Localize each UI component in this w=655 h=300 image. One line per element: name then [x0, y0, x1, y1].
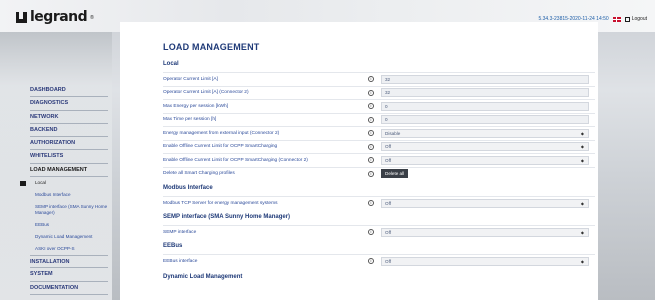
info-icon[interactable]: i	[368, 116, 374, 123]
delete-all-button[interactable]: Delete all	[381, 169, 409, 178]
main-panel: LOAD MANAGEMENT Local Operator Current L…	[120, 22, 598, 300]
row-max-energy: Max Energy per session [kWh] i	[163, 99, 595, 112]
info-icon[interactable]: i	[368, 103, 374, 109]
row-label: EEBus interface	[163, 258, 198, 264]
nav-item-load-management[interactable]: LOAD MANAGEMENT	[30, 164, 108, 178]
row-operator-current-limit-c2: Operator Current Limit [A] (Connector 2)…	[163, 85, 595, 99]
sidebar-nav: DASHBOARD DIAGNOSTICS NETWORK BACKEND AU…	[20, 84, 108, 295]
offline-current-limit-c2-select[interactable]: Off ◆	[381, 155, 589, 165]
logout-icon	[624, 16, 630, 22]
row-max-time: Max Time per session [h] i	[163, 112, 595, 126]
subnav-item-semp[interactable]: SEMP interface (SMA Sunny Home Manager)	[30, 201, 108, 219]
info-icon[interactable]: i	[368, 143, 374, 150]
eebus-interface-select[interactable]: Off ◆	[381, 256, 589, 266]
uk-flag-icon[interactable]	[612, 16, 621, 22]
max-energy-input[interactable]	[381, 101, 589, 111]
operator-current-limit-input[interactable]	[381, 74, 589, 84]
nav-item-system[interactable]: SYSTEM	[30, 268, 108, 282]
row-label: Max Energy per session [kWh]	[163, 103, 229, 109]
nav-item-installation[interactable]: INSTALLATION	[30, 255, 108, 269]
select-caret-icon: ◆	[580, 229, 584, 235]
row-label: Modbus TCP Server for energy management …	[163, 200, 278, 206]
info-icon[interactable]: i	[368, 229, 374, 235]
subnav-item-modbus[interactable]: Modbus Interface	[30, 189, 108, 201]
brand-name: legrand	[30, 9, 88, 25]
sidebar: DASHBOARD DIAGNOSTICS NETWORK BACKEND AU…	[0, 32, 112, 300]
subnav-item-local[interactable]: Local	[20, 177, 108, 189]
info-icon[interactable]: i	[368, 200, 374, 206]
row-offline-current-limit-c2: Enable Offline Current Limit for OCPP Sm…	[163, 153, 595, 166]
page-title: LOAD MANAGEMENT	[163, 42, 260, 52]
row-energy-external-input: Energy management from external input (C…	[163, 126, 595, 139]
nav-item-backend[interactable]: BACKEND	[30, 124, 108, 138]
info-icon[interactable]: i	[368, 130, 374, 136]
info-icon[interactable]: i	[368, 76, 374, 82]
logout-link[interactable]: Logout	[624, 16, 647, 22]
section-semp: SEMP interface (SMA Sunny Home Manager)	[163, 214, 291, 220]
max-time-input[interactable]	[381, 115, 589, 124]
nav-item-network[interactable]: NETWORK	[30, 111, 108, 124]
select-caret-icon: ◆	[580, 258, 584, 264]
row-label: Enable Offline Current Limit for OCPP Sm…	[163, 144, 278, 149]
subnav-item-dynamic-load[interactable]: Dynamic Load Management	[30, 231, 108, 243]
operator-current-limit-c2-input[interactable]	[381, 88, 589, 97]
info-icon[interactable]: i	[368, 157, 374, 163]
row-eebus-interface: EEBus interface i Off ◆	[163, 254, 595, 267]
section-modbus: Modbus Interface	[163, 185, 213, 191]
legrand-logo: legrand ®	[16, 9, 94, 25]
nav-item-diagnostics[interactable]: DIAGNOSTICS	[30, 97, 108, 111]
row-offline-current-limit: Enable Offline Current Limit for OCPP Sm…	[163, 139, 595, 153]
row-modbus-tcp: Modbus TCP Server for energy management …	[163, 196, 595, 209]
row-label: SEMP interface	[163, 229, 197, 235]
subnav-item-aski[interactable]: ASKI over OCPP-S	[30, 243, 108, 255]
info-icon[interactable]: i	[368, 170, 374, 177]
subnav-item-eebus[interactable]: EEBus	[30, 219, 108, 231]
info-icon[interactable]: i	[368, 89, 374, 96]
energy-external-input-select[interactable]: Disable ◆	[381, 128, 589, 138]
row-label: Max Time per session [h]	[163, 117, 217, 122]
nav-item-dashboard[interactable]: DASHBOARD	[30, 84, 108, 98]
row-delete-profiles: Delete all Smart Charging profiles i Del…	[163, 166, 595, 180]
nav-item-whitelists[interactable]: WHITELISTS	[30, 150, 108, 164]
modbus-tcp-select[interactable]: Off ◆	[381, 198, 589, 208]
section-eebus: EEBus	[163, 243, 183, 249]
logout-label: Logout	[631, 16, 647, 22]
info-icon[interactable]: i	[368, 258, 374, 264]
row-label: Energy management from external input (C…	[163, 130, 280, 136]
select-caret-icon: ◆	[580, 200, 584, 206]
nav-item-authorization[interactable]: AUTHORIZATION	[30, 137, 108, 151]
row-label: Operator Current Limit [A] (Connector 2)	[163, 90, 249, 95]
logo-mark-icon	[16, 12, 27, 23]
section-local: Local	[163, 61, 179, 67]
row-semp-interface: SEMP interface i Off ◆	[163, 225, 595, 238]
select-caret-icon: ◆	[580, 144, 584, 149]
offline-current-limit-select[interactable]: Off ◆	[381, 142, 589, 151]
select-caret-icon: ◆	[580, 130, 584, 136]
row-label: Operator Current Limit [A]	[163, 76, 218, 82]
section-dynamic-load: Dynamic Load Management	[163, 274, 243, 280]
row-operator-current-limit: Operator Current Limit [A] i	[163, 72, 595, 85]
row-label: Enable Offline Current Limit for OCPP Sm…	[163, 157, 308, 163]
nav-item-documentation[interactable]: DOCUMENTATION	[30, 282, 108, 295]
row-label: Delete all Smart Charging profiles	[163, 171, 235, 176]
select-caret-icon: ◆	[580, 157, 584, 163]
semp-interface-select[interactable]: Off ◆	[381, 227, 589, 237]
